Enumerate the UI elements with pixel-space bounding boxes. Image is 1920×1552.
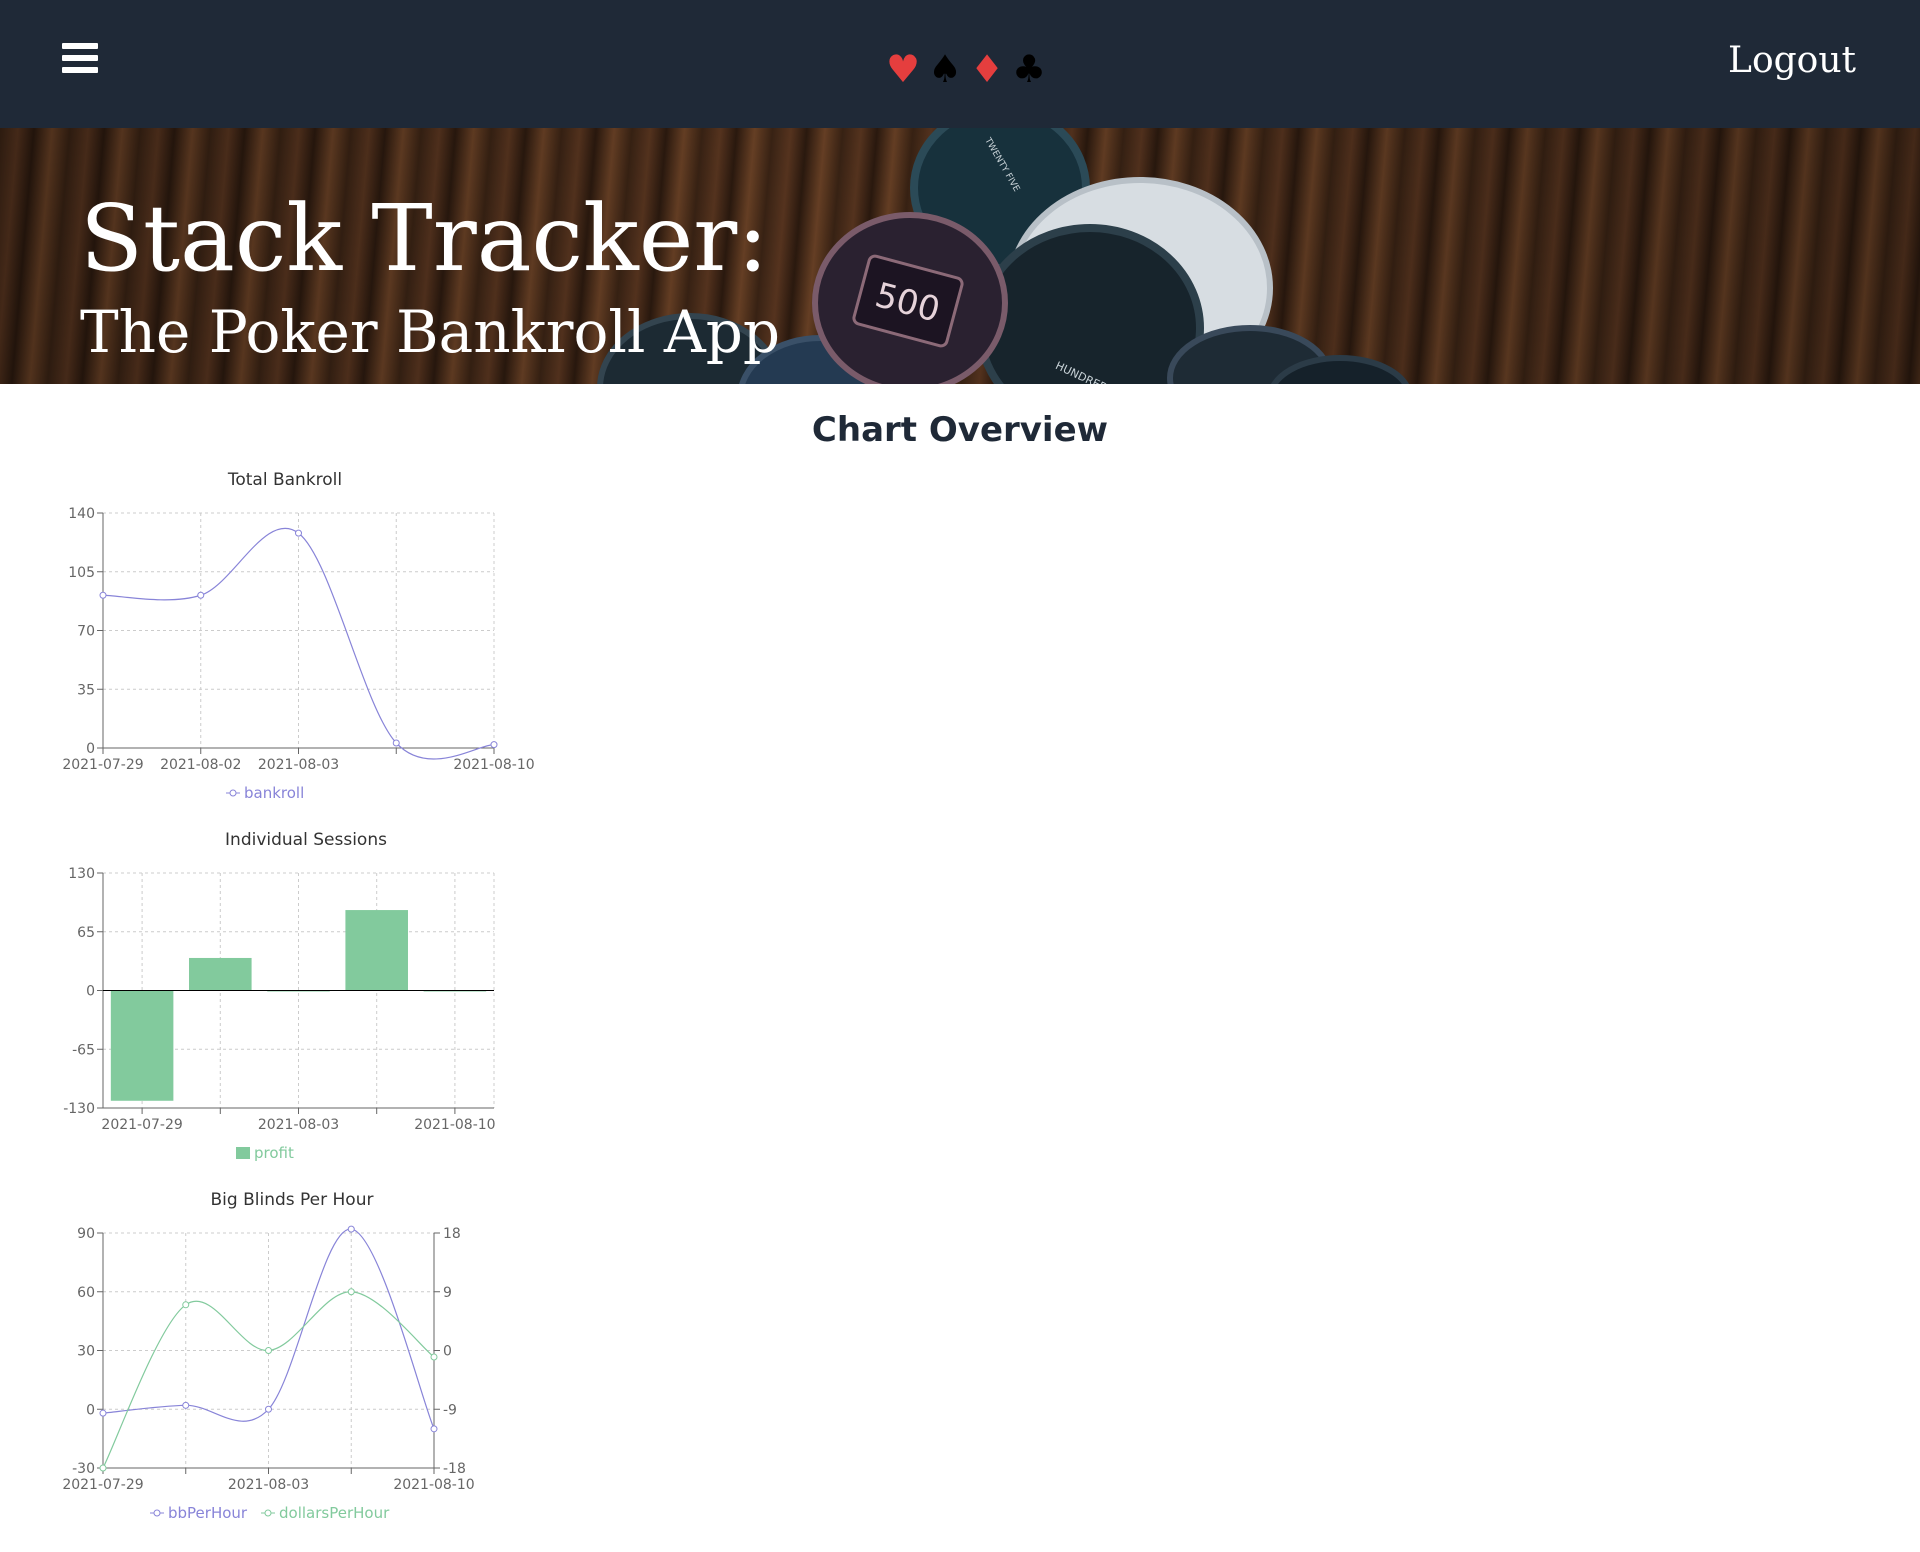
point-bankroll xyxy=(99,591,107,599)
legend-swatch-point xyxy=(229,789,237,797)
y-tick-label: 65 xyxy=(77,925,95,941)
y-tick-label: -65 xyxy=(72,1042,95,1058)
menu-bar-middle xyxy=(62,55,98,61)
legend-label: bankroll xyxy=(244,784,304,802)
y-tick-label: 35 xyxy=(77,682,95,698)
legend-label: dollarsPerHour xyxy=(279,1504,390,1522)
y2-tick-label: 18 xyxy=(443,1226,461,1242)
point-bbPerHour xyxy=(347,1225,355,1233)
x-tick-label: 2021-07-29 xyxy=(62,1477,143,1493)
x-tick-label: 2021-08-03 xyxy=(258,1117,339,1133)
y-tick-label: 70 xyxy=(77,624,95,640)
legend-swatch-point xyxy=(264,1509,272,1517)
y-tick-label: 30 xyxy=(77,1344,95,1360)
y-tick-label: 140 xyxy=(68,506,95,522)
chart-title: Total Bankroll xyxy=(227,470,342,490)
point-bbPerHour xyxy=(99,1409,107,1417)
menu-bar-bottom xyxy=(62,67,98,73)
app-subtitle: The Poker Bankroll App xyxy=(80,298,781,366)
point-bbPerHour xyxy=(430,1425,438,1433)
app-title: Stack Tracker: xyxy=(80,185,769,292)
menu-bar-top xyxy=(62,43,98,49)
bar-profit xyxy=(110,990,174,1101)
x-tick-label: 2021-08-10 xyxy=(393,1477,474,1493)
point-bankroll xyxy=(197,591,205,599)
legend-swatch xyxy=(236,1147,250,1159)
y-tick-label: 105 xyxy=(68,565,95,581)
x-tick-label: 2021-08-10 xyxy=(453,757,534,773)
x-tick-label: 2021-08-03 xyxy=(228,1477,309,1493)
point-dollarsPerHour xyxy=(265,1347,272,1354)
bar-profit xyxy=(345,910,408,991)
point-bbPerHour xyxy=(265,1405,272,1413)
x-tick-label: 2021-08-10 xyxy=(414,1117,495,1133)
point-dollarsPerHour xyxy=(99,1464,107,1472)
point-bankroll xyxy=(490,741,498,749)
navbar: ♥ ♠ ♦ ♣ Logout xyxy=(0,0,1920,128)
logout-button[interactable]: Logout xyxy=(1728,36,1856,86)
spade-icon: ♠ xyxy=(927,47,963,91)
y2-tick-label: -9 xyxy=(443,1402,457,1418)
total-bankroll-chart: Total Bankroll 0 35 70 105 140 2021-07-29 2021-… xyxy=(62,470,534,802)
legend-label: bbPerHour xyxy=(168,1504,248,1522)
point-bankroll xyxy=(392,739,400,747)
bar-profit xyxy=(189,957,252,991)
y-tick-label: 0 xyxy=(86,984,95,1000)
point-bankroll xyxy=(295,529,302,537)
x-tick-label: 2021-07-29 xyxy=(62,757,143,773)
individual-sessions-chart: Individual Sessions -130 -65 0 65 130 2021-07-… xyxy=(63,830,495,1162)
heart-icon: ♥ xyxy=(885,47,921,91)
point-dollarsPerHour xyxy=(182,1301,190,1309)
y-tick-label: 130 xyxy=(68,866,95,882)
y-tick-label: 60 xyxy=(77,1285,95,1301)
card-suits-logo: ♥ ♠ ♦ ♣ xyxy=(882,44,1050,94)
point-dollarsPerHour xyxy=(430,1353,438,1361)
y-tick-label: -30 xyxy=(72,1461,95,1477)
x-tick-label: 2021-07-29 xyxy=(101,1117,182,1133)
point-bbPerHour xyxy=(182,1401,190,1409)
y-tick-label: -130 xyxy=(63,1101,95,1117)
legend-swatch-point xyxy=(153,1509,161,1517)
big-blinds-per-hour-chart: Big Blinds Per Hour-3003060902021-07-29 2… xyxy=(62,1190,474,1522)
y-tick-label: 90 xyxy=(77,1226,95,1242)
hero-banner: 500 TWENTY FIVE HUNDRED Stack Tracker: T… xyxy=(0,128,1920,384)
y-tick-label: 0 xyxy=(86,741,95,757)
x-tick-label: 2021-08-03 xyxy=(258,757,339,773)
x-tick-label: 2021-08-02 xyxy=(160,757,241,773)
hamburger-menu-icon[interactable] xyxy=(60,40,100,76)
y-tick-label: 0 xyxy=(86,1402,95,1418)
chart-overview-heading: Chart Overview xyxy=(811,410,1109,450)
legend-label: profit xyxy=(254,1144,294,1162)
point-dollarsPerHour xyxy=(347,1288,355,1296)
diamond-icon: ♦ xyxy=(969,47,1005,91)
y2-tick-label: -18 xyxy=(443,1461,466,1477)
club-icon: ♣ xyxy=(1011,47,1047,91)
chart-title: Individual Sessions xyxy=(225,830,387,850)
y2-tick-label: 0 xyxy=(443,1344,452,1360)
y2-tick-label: 9 xyxy=(443,1285,452,1301)
chart-title: Big Blinds Per Hour xyxy=(211,1190,374,1210)
